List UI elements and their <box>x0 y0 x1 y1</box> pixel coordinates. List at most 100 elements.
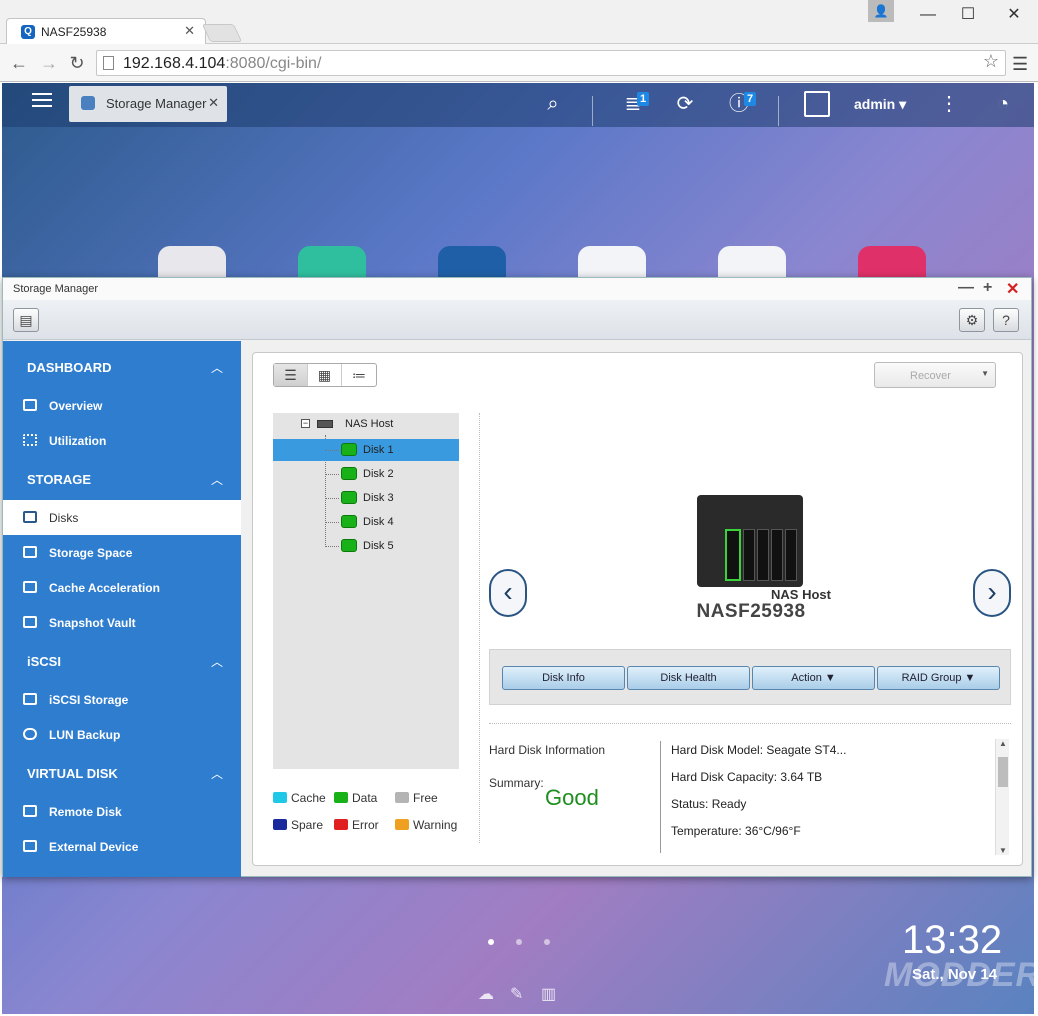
tree-node-disk[interactable]: Disk 1 <box>273 439 459 461</box>
scroll-down-icon[interactable]: ▼ <box>999 846 1007 855</box>
data-disk-icon <box>334 792 348 803</box>
section-dashboard[interactable]: DASHBOARD ︿ <box>3 349 241 385</box>
info-scrollbar[interactable]: ▲ ▼ <box>995 739 1009 855</box>
disk-health-button[interactable]: Disk Health <box>627 666 750 690</box>
user-avatar-icon[interactable] <box>804 91 830 117</box>
dashboard-gauge-icon[interactable]: ◔ <box>988 89 1018 119</box>
disk-capacity: Hard Disk Capacity: 3.64 TB <box>671 770 823 784</box>
action-dropdown-button[interactable]: Action ▼ <box>752 666 875 690</box>
sidebar-item-label: Storage Space <box>49 546 133 560</box>
disk-status: Status: Ready <box>671 797 747 811</box>
disk-bay[interactable] <box>785 529 797 581</box>
legend-spare: Spare <box>273 818 323 832</box>
external-device-icon[interactable]: ⟳ <box>670 89 700 119</box>
collapse-icon[interactable]: ︿ <box>211 765 223 782</box>
profile-icon[interactable]: 👤 <box>868 0 894 22</box>
storage-manager-taskbar-tab[interactable]: Storage Manager ✕ <box>69 86 227 122</box>
collapse-icon[interactable]: ︿ <box>211 471 223 488</box>
page-dot[interactable] <box>544 939 550 945</box>
settings-gear-icon[interactable]: ⚙ <box>959 308 985 332</box>
url-text[interactable]: 192.168.4.104:8080/cgi-bin/ <box>123 55 321 73</box>
help-icon[interactable]: ? <box>993 308 1019 332</box>
sidebar-item-external-device[interactable]: External Device <box>3 829 241 864</box>
cloud-icon[interactable]: ☁ <box>478 984 494 1004</box>
window-maximize-icon[interactable]: + <box>983 279 992 297</box>
close-window-button[interactable]: ✕ <box>994 2 1034 28</box>
disk-bay-selected[interactable] <box>725 529 741 581</box>
search-icon[interactable]: ⌕ <box>538 89 568 119</box>
tab-title: NASF25938 <box>41 25 107 39</box>
sidebar-item-disks[interactable]: Disks <box>3 500 241 535</box>
layout-toggle-icon[interactable]: ▤ <box>13 308 39 332</box>
scroll-thumb[interactable] <box>998 757 1008 787</box>
grid-view-icon[interactable]: ▦ <box>308 364 342 386</box>
tree-node-disk[interactable]: Disk 3 <box>273 487 459 509</box>
lun-backup-icon <box>23 728 37 740</box>
next-arrow-icon[interactable]: › <box>973 569 1011 617</box>
desktop-clock: 13:32 <box>902 918 1003 962</box>
book-icon[interactable]: ▥ <box>541 984 556 1004</box>
tab-close-icon[interactable]: ✕ <box>184 23 195 39</box>
list-view-icon[interactable]: ≔ <box>342 364 376 386</box>
legend-label: Data <box>352 791 378 805</box>
disk-bay[interactable] <box>743 529 755 581</box>
new-tab-button[interactable] <box>201 24 243 42</box>
main-menu-icon[interactable] <box>32 93 52 107</box>
sidebar-item-iscsi-storage[interactable]: iSCSI Storage <box>3 682 241 717</box>
section-iscsi[interactable]: iSCSI ︿ <box>3 643 241 679</box>
user-menu[interactable]: admin ▾ <box>854 96 906 113</box>
collapse-icon[interactable]: ︿ <box>211 653 223 670</box>
window-title: Storage Manager <box>13 283 98 295</box>
reload-icon[interactable]: ↻ <box>66 52 88 74</box>
legend-label: Cache <box>291 791 326 805</box>
tree-node-label: Disk 2 <box>363 468 394 480</box>
window-minimize-icon[interactable]: — <box>958 279 974 297</box>
disk-bay[interactable] <box>771 529 783 581</box>
tools-icon[interactable]: ✎ <box>510 984 523 1004</box>
sidebar-item-remote-disk[interactable]: Remote Disk <box>3 794 241 829</box>
data-disk-icon <box>341 467 357 480</box>
page-dot[interactable] <box>516 939 522 945</box>
forward-icon[interactable]: → <box>38 52 60 74</box>
back-icon[interactable]: ← <box>8 52 30 74</box>
window-close-icon[interactable]: ✕ <box>1006 279 1019 299</box>
disks-panel: ☰ ▦ ≔ Recover ▼ − NAS Host Disk 1 Disk 2… <box>252 352 1023 866</box>
sidebar-item-storage-space[interactable]: Storage Space <box>3 535 241 570</box>
bookmark-star-icon[interactable]: ☆ <box>983 51 999 72</box>
recover-dropdown[interactable]: Recover ▼ <box>874 362 996 388</box>
tree-node-nas-host[interactable]: − NAS Host <box>273 413 459 435</box>
scroll-up-icon[interactable]: ▲ <box>999 739 1007 748</box>
disk-info-button[interactable]: Disk Info <box>502 666 625 690</box>
tree-node-disk[interactable]: Disk 4 <box>273 511 459 533</box>
section-virtual-disk[interactable]: VIRTUAL DISK ︿ <box>3 755 241 791</box>
address-bar[interactable]: 192.168.4.104:8080/cgi-bin/ ☆ <box>96 50 1006 76</box>
sidebar-item-overview[interactable]: Overview <box>3 388 241 423</box>
maximize-button[interactable]: ☐ <box>948 2 988 28</box>
sidebar-item-cache-acceleration[interactable]: Cache Acceleration <box>3 570 241 605</box>
close-tab-icon[interactable]: ✕ <box>208 95 219 111</box>
browser-menu-icon[interactable]: ☰ <box>1012 54 1028 75</box>
tree-node-disk[interactable]: Disk 5 <box>273 535 459 557</box>
enclosure-view-icon[interactable]: ☰ <box>274 364 308 386</box>
warning-disk-icon <box>395 819 409 830</box>
sidebar-item-lun-backup[interactable]: LUN Backup <box>3 717 241 752</box>
collapse-icon[interactable]: ︿ <box>211 359 223 376</box>
storage-space-icon <box>23 546 37 558</box>
browser-tab[interactable]: Q NASF25938 ✕ <box>6 18 206 44</box>
taskbar-tab-label: Storage Manager <box>106 96 207 111</box>
sidebar-item-utilization[interactable]: Utilization <box>3 423 241 458</box>
tree-node-disk[interactable]: Disk 2 <box>273 463 459 485</box>
more-options-icon[interactable]: ⋮ <box>934 89 964 119</box>
page-dot-active[interactable] <box>488 939 494 945</box>
minimize-button[interactable]: — <box>908 2 948 28</box>
disk-bay[interactable] <box>757 529 769 581</box>
disk-temperature: Temperature: 36°C/96°F <box>671 824 801 838</box>
disk-icon <box>23 511 37 523</box>
nas-enclosure-image[interactable] <box>697 495 803 587</box>
sidebar-item-snapshot-vault[interactable]: Snapshot Vault <box>3 605 241 640</box>
collapse-toggle-icon[interactable]: − <box>301 419 310 428</box>
disk-tree: − NAS Host Disk 1 Disk 2 Disk 3 Disk 4 D… <box>273 413 459 769</box>
raid-group-dropdown-button[interactable]: RAID Group ▼ <box>877 666 1000 690</box>
previous-arrow-icon[interactable]: ‹ <box>489 569 527 617</box>
section-storage[interactable]: STORAGE ︿ <box>3 461 241 497</box>
